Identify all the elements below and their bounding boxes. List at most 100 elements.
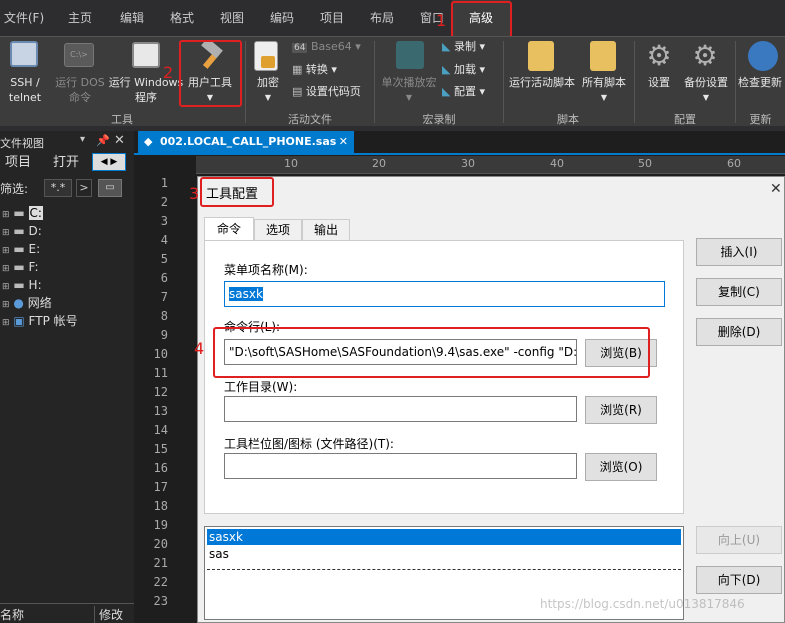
dropdown-icon[interactable]: ▾ — [80, 134, 85, 145]
line-number: 4 — [160, 233, 168, 247]
drive-label: H: — [28, 278, 42, 292]
tab-open[interactable]: 打开 — [46, 153, 86, 173]
group-active-file-label: 活动文件 — [288, 113, 332, 126]
run-dos-label-2: 命令 — [69, 91, 91, 104]
watermark: https://blog.csdn.net/u013817846 — [540, 597, 745, 611]
chevron-down-icon: ▼ — [405, 93, 413, 102]
menu-layout[interactable]: 布局 — [362, 0, 402, 36]
insert-button[interactable]: 插入(I) — [696, 238, 782, 266]
filter-go-button[interactable]: > — [76, 179, 92, 197]
tree-item-drive-e[interactable]: ⊞ ▬ E: — [0, 240, 134, 258]
tree-item-drive-d[interactable]: ⊞ ▬ D: — [0, 222, 134, 240]
tab-options[interactable]: 选项 — [254, 219, 302, 241]
set-code-page-button[interactable]: ▤ 设置代码页 — [292, 84, 372, 99]
line-number: 9 — [160, 328, 168, 342]
menu-edit[interactable]: 编辑 — [112, 0, 152, 36]
close-icon[interactable]: ✕ — [114, 133, 125, 148]
group-tools-label: 工具 — [111, 113, 133, 126]
tab-project[interactable]: 项目 — [0, 153, 36, 173]
annotation-3: 3 — [189, 184, 200, 203]
pin-icon[interactable]: 📌 — [96, 134, 110, 147]
base64-label: Base64 — [310, 40, 352, 53]
menu-encoding[interactable]: 编码 — [262, 0, 302, 36]
drive-label: D: — [28, 224, 42, 238]
menu-project[interactable]: 项目 — [312, 0, 352, 36]
expand-icon[interactable]: ⊞ — [2, 228, 10, 238]
drive-icon: ▬ — [13, 260, 25, 274]
base64-icon: 64 — [292, 43, 308, 53]
tree-item-ftp[interactable]: ⊞ ▣ FTP 帐号 — [0, 312, 134, 330]
line-number: 22 — [153, 575, 168, 589]
list-item[interactable]: sas — [207, 546, 681, 562]
set-code-page-label: 设置代码页 — [305, 85, 361, 98]
encrypt-button[interactable]: 加密 ▼ — [248, 75, 288, 105]
menu-view[interactable]: 视图 — [212, 0, 252, 36]
close-icon[interactable]: ✕ — [339, 131, 348, 153]
drive-icon: ▬ — [13, 242, 25, 256]
ssh-telnet-button[interactable]: SSH / telnet — [0, 75, 50, 105]
drive-label: F: — [28, 260, 39, 274]
ruler-tick: 10 — [284, 157, 298, 170]
tab-output[interactable]: 输出 — [302, 219, 350, 241]
tab-scroll-arrows[interactable]: ◀ ▶ — [92, 153, 126, 171]
single-play-macro-button[interactable]: 单次播放宏 ▼ — [378, 75, 440, 105]
record-button[interactable]: ◣ 录制 ▾ — [442, 39, 502, 54]
expand-icon[interactable]: ⊞ — [2, 318, 10, 328]
tab-command[interactable]: 命令 — [204, 217, 254, 241]
group-macro-label: 宏录制 — [422, 113, 456, 126]
close-icon[interactable]: ✕ — [770, 181, 782, 197]
settings-button[interactable]: 设置 — [638, 75, 680, 90]
tree-item-drive-h[interactable]: ⊞ ▬ H: — [0, 276, 134, 294]
expand-icon[interactable]: ⊞ — [2, 264, 10, 274]
filter-label: 筛选: — [0, 182, 29, 196]
working-dir-input[interactable] — [224, 396, 577, 422]
col-modified[interactable]: 修改 — [94, 606, 123, 623]
run-dos-label: 运行 DOS — [55, 76, 105, 89]
expand-icon[interactable]: ⊞ — [2, 300, 10, 310]
record-label: 录制 — [453, 40, 476, 53]
move-up-button[interactable]: 向上(U) — [696, 526, 782, 554]
menu-name-input[interactable]: sasxk — [224, 281, 665, 307]
delete-button[interactable]: 删除(D) — [696, 318, 782, 346]
file-tab[interactable]: ◆ 002.LOCAL_CALL_PHONE.sas ✕ — [138, 131, 354, 153]
ssh-terminal-icon — [10, 41, 38, 67]
move-down-button[interactable]: 向下(D) — [696, 566, 782, 594]
convert-button[interactable]: ▦ 转换 ▾ — [292, 62, 362, 77]
tree-item-drive-c[interactable]: ⊞ ▬ C: — [0, 204, 134, 222]
expand-icon[interactable]: ⊞ — [2, 246, 10, 256]
line-number: 11 — [153, 366, 168, 380]
config-macro-button[interactable]: ◣ 配置 ▾ — [442, 84, 502, 99]
expand-icon[interactable]: ⊞ — [2, 210, 10, 220]
copy-button[interactable]: 复制(C) — [696, 278, 782, 306]
menu-home[interactable]: 主页 — [60, 0, 100, 36]
backup-settings-button[interactable]: 备份设置 ▼ — [678, 75, 734, 105]
folder-open-icon[interactable]: ▭ — [98, 179, 122, 197]
tree-item-drive-f[interactable]: ⊞ ▬ F: — [0, 258, 134, 276]
menu-format[interactable]: 格式 — [162, 0, 202, 36]
expand-icon[interactable]: ⊞ — [2, 282, 10, 292]
macro-play-icon — [396, 41, 424, 69]
load-button[interactable]: ◣ 加载 ▾ — [442, 62, 502, 77]
encrypt-label: 加密 — [257, 76, 279, 89]
ftp-label: FTP 帐号 — [28, 314, 78, 328]
browse-button-r[interactable]: 浏览(R) — [585, 396, 657, 424]
run-dos-button[interactable]: 运行 DOS 命令 — [52, 75, 108, 105]
run-active-script-button[interactable]: 运行活动脚本 — [506, 75, 578, 90]
browse-button-o[interactable]: 浏览(O) — [585, 453, 657, 481]
drive-label: E: — [28, 242, 41, 256]
line-number: 14 — [153, 423, 168, 437]
tree-item-network[interactable]: ⊞ ● 网络 — [0, 294, 134, 312]
line-number: 7 — [160, 290, 168, 304]
filter-input[interactable]: *.* — [44, 179, 72, 197]
line-number: 18 — [153, 499, 168, 513]
line-number: 15 — [153, 442, 168, 456]
all-scripts-button[interactable]: 所有脚本 ▼ — [578, 75, 630, 105]
toolbar-icon-input[interactable] — [224, 453, 577, 479]
base64-button[interactable]: 64 Base64 ▾ — [292, 39, 362, 56]
col-name[interactable]: 名称 — [0, 606, 24, 623]
menu-file[interactable]: 文件(F) — [0, 0, 48, 36]
list-item[interactable]: sasxk — [207, 529, 681, 545]
check-update-button[interactable]: 检查更新 — [738, 75, 785, 90]
annotation-2: 2 — [163, 63, 174, 82]
convert-icon: ▦ — [292, 63, 303, 76]
